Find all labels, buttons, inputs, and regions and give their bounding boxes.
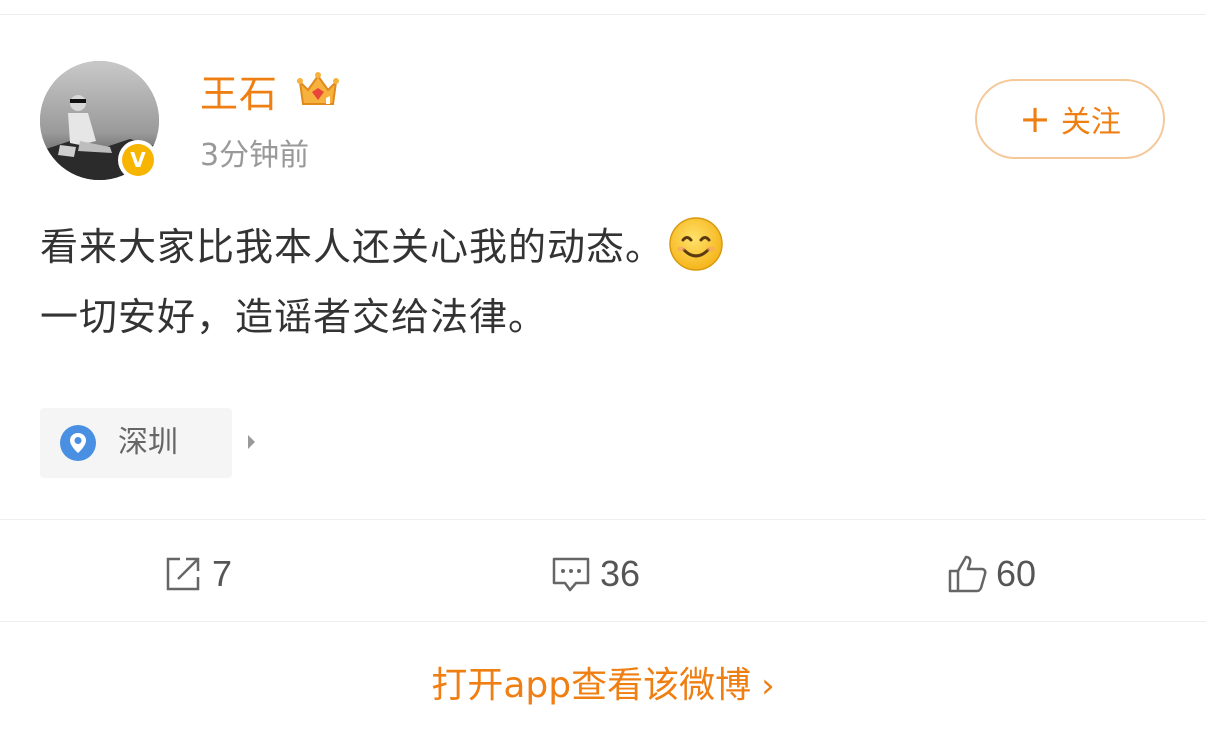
follow-button[interactable]: + 关注 <box>975 79 1165 159</box>
post-text-line-2: 一切安好，造谣者交给法律。 <box>40 295 548 339</box>
location-label: 深圳 <box>118 425 178 460</box>
share-icon <box>166 557 200 591</box>
post-text-line-1-content: 看来大家比我本人还关心我的动态。 <box>40 225 665 269</box>
location-tag[interactable]: 深圳 <box>40 408 255 478</box>
thumbs-up-icon <box>948 555 987 593</box>
post-body: 看来大家比我本人还关心我的动态。 一切安好，造谣者交给法律。 <box>40 212 724 352</box>
crown-badge-icon <box>297 72 339 105</box>
actions-top-divider <box>0 519 1206 520</box>
plus-icon: + <box>1019 97 1051 141</box>
comment-icon <box>552 557 590 592</box>
verified-badge: V <box>118 140 158 180</box>
repost-count: 7 <box>212 553 233 594</box>
comment-count: 36 <box>600 553 641 594</box>
like-count: 60 <box>996 553 1037 594</box>
comment-button[interactable]: 36 <box>550 548 640 600</box>
verified-v-icon: V <box>122 144 154 176</box>
author-name[interactable]: 王石 <box>200 70 278 118</box>
actions-bottom-divider <box>0 621 1206 622</box>
open-app-label: 打开app查看该微博 <box>431 665 752 706</box>
repost-button[interactable]: 7 <box>162 548 232 600</box>
top-divider <box>0 14 1206 15</box>
chevron-right-icon <box>248 435 255 449</box>
smiling-face-emoji <box>669 217 723 271</box>
location-pin-icon <box>60 425 96 461</box>
chevron-right-icon: › <box>761 666 775 706</box>
post-text-line-1: 看来大家比我本人还关心我的动态。 <box>40 212 724 282</box>
post-timestamp: 3分钟前 <box>200 138 310 173</box>
follow-label: 关注 <box>1060 105 1121 140</box>
open-app-link[interactable]: 打开app查看该微博 › <box>0 658 1206 714</box>
like-button[interactable]: 60 <box>946 548 1036 600</box>
